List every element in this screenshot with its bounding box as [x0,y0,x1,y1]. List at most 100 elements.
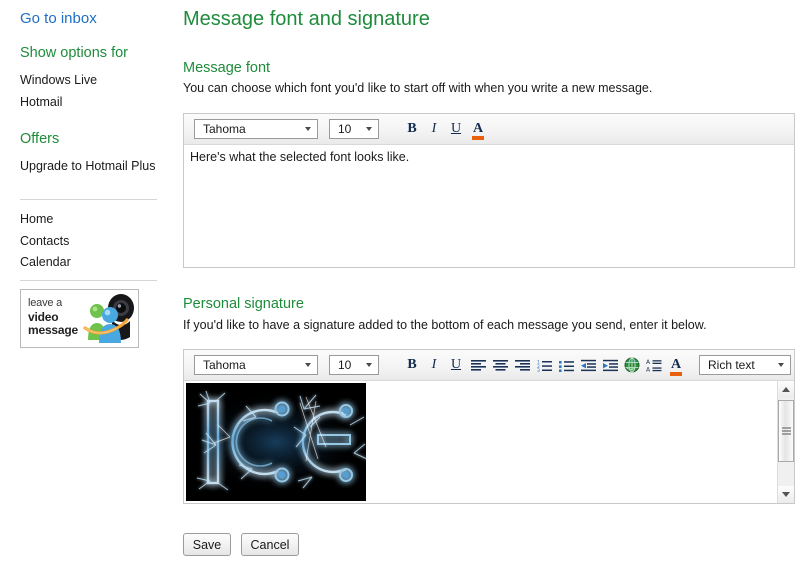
signature-font-size-select[interactable]: 10 [329,355,379,375]
scrollbar-thumb[interactable] [778,400,794,462]
outdent-icon [580,359,596,371]
bold-button[interactable]: B [401,354,423,376]
grip-line [782,433,791,435]
underline-button[interactable]: U [445,118,467,140]
message-font-sample-text: Here's what the selected font looks like… [190,150,410,164]
font-color-icon: A [669,357,683,376]
message-font-toolbar: Tahoma 10 B I U A [184,114,794,145]
message-font-preview-area[interactable]: Here's what the selected font looks like… [184,145,794,267]
messenger-buddies-webcam-icon [76,292,136,346]
sidebar-offers-heading: Offers [20,131,60,147]
personal-signature-description: If you'd like to have a signature added … [183,318,707,332]
align-center-icon [492,359,508,371]
sidebar-option-windows-live[interactable]: Windows Live [20,73,97,87]
increase-indent-button[interactable] [599,354,621,376]
main-content: Message font and signature Message font … [175,0,805,581]
video-message-promo-text: leave a video message [28,297,78,338]
signature-font-family-select[interactable]: Tahoma [194,355,318,375]
align-right-icon [514,359,530,371]
font-color-letter: A [670,357,682,372]
scroll-up-button[interactable] [778,381,794,398]
svg-text:A: A [646,366,651,372]
personal-signature-toolbar: Tahoma 10 B I U 1 2 3 A A A Rich text [184,350,794,381]
chevron-down-icon [366,127,372,131]
chevron-down-icon [778,363,784,367]
chevron-down-icon [305,127,311,131]
message-font-description: You can choose which font you'd like to … [183,81,653,95]
bulleted-list-icon [558,360,574,372]
numbered-list-icon: 1 2 3 [537,359,552,372]
signature-font-color-button[interactable]: A [665,354,687,376]
message-font-editor: Tahoma 10 B I U A Here's what the select… [183,113,795,268]
font-color-swatch [471,136,485,140]
font-color-icon: A [471,121,485,140]
personal-signature-editor: Tahoma 10 B I U 1 2 3 A A A Rich text [183,349,795,504]
align-right-button[interactable] [511,354,533,376]
signature-content-area[interactable] [184,381,794,503]
bulleted-list-button[interactable] [555,354,577,376]
sidebar-divider-top [20,199,157,200]
globe-icon [624,357,640,373]
page-title: Message font and signature [183,8,430,30]
grip-line [782,430,791,432]
svg-text:3: 3 [537,368,540,372]
message-font-size-select[interactable]: 10 [329,119,379,139]
cancel-button[interactable]: Cancel [241,533,299,556]
promo-line-3: message [28,323,78,337]
sidebar-item-home[interactable]: Home [20,212,53,226]
italic-icon: I [431,357,437,372]
sidebar-divider-bottom [20,280,157,281]
sidebar-show-options-heading: Show options for [20,45,129,61]
numbered-list-button[interactable]: 1 2 3 [533,354,555,376]
svg-text:A: A [646,359,651,366]
align-left-button[interactable] [467,354,489,376]
chevron-down-icon [305,363,311,367]
italic-button[interactable]: I [423,118,445,140]
sidebar-go-to-inbox-link[interactable]: Go to inbox [20,10,97,27]
insert-hyperlink-button[interactable] [621,354,643,376]
editor-mode-value: Rich text [708,358,755,372]
font-color-letter: A [472,121,484,136]
signature-font-size-value: 10 [338,358,352,372]
sidebar-offer-upgrade-hotmail-plus[interactable]: Upgrade to Hotmail Plus [20,159,155,173]
message-font-heading: Message font [183,60,271,76]
promo-line-2: video [28,309,59,324]
message-font-size-value: 10 [338,122,352,136]
message-font-family-select[interactable]: Tahoma [194,119,318,139]
align-left-icon [470,359,486,371]
italic-icon: I [431,121,437,136]
sidebar-item-calendar[interactable]: Calendar [20,255,71,269]
editor-mode-select[interactable]: Rich text [699,355,791,375]
personal-signature-heading: Personal signature [183,296,304,312]
promo-line-1: leave a [28,297,63,309]
font-style-button[interactable]: A A [643,354,665,376]
underline-icon: U [450,121,462,136]
chevron-down-icon [366,363,372,367]
settings-page: Go to inbox Show options for Windows Liv… [0,0,805,581]
sidebar-option-hotmail[interactable]: Hotmail [20,95,62,109]
font-color-swatch [669,372,683,376]
bold-icon: B [407,121,417,136]
underline-icon: U [450,357,462,372]
sidebar: Go to inbox Show options for Windows Liv… [0,0,175,581]
message-font-family-value: Tahoma [203,122,246,136]
bold-button[interactable]: B [401,118,423,140]
font-color-button[interactable]: A [467,118,489,140]
sidebar-item-contacts[interactable]: Contacts [20,234,69,248]
decrease-indent-button[interactable] [577,354,599,376]
save-button[interactable]: Save [183,533,231,556]
align-center-button[interactable] [489,354,511,376]
grip-icon [782,427,791,435]
signature-image-ice[interactable] [186,383,366,501]
video-message-promo-banner[interactable]: leave a video message [20,289,139,348]
signature-font-family-value: Tahoma [203,358,246,372]
font-size-icon: A A [646,359,662,372]
triangle-up-icon [782,387,790,392]
italic-button[interactable]: I [423,354,445,376]
underline-button[interactable]: U [445,354,467,376]
indent-icon [602,359,618,371]
grip-line [782,427,791,429]
scroll-down-button[interactable] [778,486,794,503]
bold-icon: B [407,357,417,372]
signature-scrollbar[interactable] [777,381,794,503]
